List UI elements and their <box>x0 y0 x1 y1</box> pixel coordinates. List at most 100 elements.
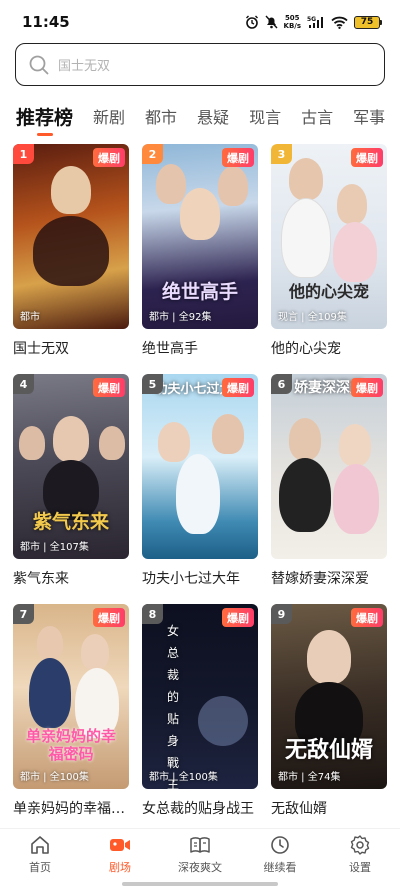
poster-title: 紫气东来 <box>32 511 109 533</box>
drama-poster[interactable]: 娇妻深深爱 6 爆剧 <box>271 374 387 559</box>
poster-figure <box>158 422 190 462</box>
poster-figure <box>289 158 323 200</box>
poster-figure <box>37 626 63 660</box>
tab-ancient-romance[interactable]: 古言 <box>301 104 333 128</box>
nav-night-reading[interactable]: 深夜爽文 <box>160 829 240 880</box>
search-icon <box>28 54 50 76</box>
nav-home[interactable]: 首页 <box>0 829 80 880</box>
tab-urban[interactable]: 都市 <box>145 104 177 128</box>
drama-title: 功夫小七过大年 <box>142 571 240 587</box>
drama-card[interactable]: 单亲妈妈的幸福密码 7 爆剧 都市 | 全100集 单亲妈妈的幸福密码 <box>13 604 129 817</box>
rank-badge: 4 <box>13 374 34 394</box>
drama-card[interactable]: 他的心尖宠 3 爆剧 现言 | 全109集 他的心尖宠 <box>271 144 387 357</box>
drama-title: 绝世高手 <box>142 341 198 357</box>
drama-meta: 都市 | 全100集 <box>20 772 89 783</box>
poster-title: 女总裁的贴身戰王 <box>166 624 179 789</box>
drama-poster[interactable]: 功夫小七过大年 5 爆剧 <box>142 374 258 559</box>
drama-meta: 现言 | 全109集 <box>278 312 347 323</box>
poster-figure <box>198 696 248 746</box>
poster-figure <box>333 464 379 534</box>
tab-mystery[interactable]: 悬疑 <box>197 104 229 128</box>
poster-title: 无敌仙婿 <box>284 738 373 763</box>
poster-figure <box>156 164 186 204</box>
tab-military[interactable]: 军事 <box>353 104 385 128</box>
nav-label: 深夜爽文 <box>178 861 222 874</box>
battery-indicator: 75 <box>354 15 382 29</box>
drama-title: 替嫁娇妻深深爱 <box>271 571 369 587</box>
poster-title: 绝世高手 <box>161 281 238 303</box>
search-bar[interactable]: 国士无双 <box>15 43 385 86</box>
drama-poster[interactable]: 绝世高手 2 爆剧 都市 | 全92集 <box>142 144 258 329</box>
drama-card[interactable]: 绝世高手 2 爆剧 都市 | 全92集 绝世高手 <box>142 144 258 357</box>
battery-tip <box>380 19 382 25</box>
rank-badge: 2 <box>142 144 163 164</box>
drama-title: 无敌仙婿 <box>271 801 327 817</box>
hot-badge: 爆剧 <box>222 148 254 167</box>
hot-badge: 爆剧 <box>93 378 125 397</box>
drama-meta: 都市 | 全100集 <box>149 772 218 783</box>
home-indicator[interactable] <box>122 882 278 886</box>
drama-grid: 1 爆剧 都市 国士无双 绝世高手 2 爆剧 都市 | 全92集 绝世高手 他的… <box>13 144 389 817</box>
search-placeholder: 国士无双 <box>58 59 111 74</box>
poster-figure <box>81 634 109 670</box>
poster-title: 他的心尖宠 <box>288 282 369 301</box>
wifi-icon <box>331 16 348 29</box>
poster-figure <box>339 424 371 466</box>
drama-title: 他的心尖宠 <box>271 341 341 357</box>
drama-card[interactable]: 女总裁的贴身戰王 8 爆剧 都市 | 全100集 女总裁的贴身战王 <box>142 604 258 817</box>
drama-meta: 都市 | 全107集 <box>20 542 89 553</box>
drama-poster[interactable]: 紫气东来 4 爆剧 都市 | 全107集 <box>13 374 129 559</box>
rank-badge: 9 <box>271 604 292 624</box>
nav-continue-watching[interactable]: 继续看 <box>240 829 320 880</box>
tab-modern-romance[interactable]: 现言 <box>249 104 281 128</box>
net-speed: 505 KB/s <box>284 14 301 30</box>
book-icon <box>190 837 210 853</box>
poster-figure <box>19 426 45 460</box>
drama-poster[interactable]: 1 爆剧 都市 <box>13 144 129 329</box>
drama-title: 紫气东来 <box>13 571 69 587</box>
poster-figure <box>53 416 89 462</box>
gear-icon <box>350 835 370 855</box>
rank-badge: 6 <box>271 374 292 394</box>
poster-figure <box>51 166 91 214</box>
cell-signal-icon: 5G <box>307 15 325 29</box>
rank-badge: 7 <box>13 604 34 624</box>
drama-meta: 都市 <box>20 312 40 323</box>
hot-badge: 爆剧 <box>351 608 383 627</box>
drama-card[interactable]: 无敌仙婿 9 爆剧 都市 | 全74集 无敌仙婿 <box>271 604 387 817</box>
hot-badge: 爆剧 <box>351 148 383 167</box>
clock-icon <box>271 836 289 854</box>
poster-figure <box>218 166 248 206</box>
poster-figure <box>176 454 220 534</box>
drama-poster[interactable]: 单亲妈妈的幸福密码 7 爆剧 都市 | 全100集 <box>13 604 129 789</box>
drama-card[interactable]: 1 爆剧 都市 国士无双 <box>13 144 129 357</box>
drama-title: 国士无双 <box>13 341 69 357</box>
drama-card[interactable]: 紫气东来 4 爆剧 都市 | 全107集 紫气东来 <box>13 374 129 587</box>
poster-figure <box>279 458 331 532</box>
rank-badge: 5 <box>142 374 163 394</box>
drama-poster[interactable]: 女总裁的贴身戰王 8 爆剧 都市 | 全100集 <box>142 604 258 789</box>
tab-recommend-ranking[interactable]: 推荐榜 <box>16 103 73 136</box>
nav-label: 设置 <box>349 861 371 874</box>
status-icons: 505 KB/s 5G 75 <box>245 14 382 30</box>
alarm-icon <box>245 15 259 29</box>
status-time: 11:45 <box>22 13 70 31</box>
tab-new[interactable]: 新剧 <box>93 104 125 128</box>
nav-theater[interactable]: 剧场 <box>80 829 160 880</box>
mute-bell-icon <box>264 15 278 29</box>
poster-figure <box>333 222 377 282</box>
battery-level: 75 <box>354 15 380 29</box>
poster-figure <box>212 414 244 454</box>
nav-settings[interactable]: 设置 <box>320 829 400 880</box>
signal-label: 5G <box>307 16 316 23</box>
poster-figure <box>307 630 351 684</box>
drama-poster[interactable]: 无敌仙婿 9 爆剧 都市 | 全74集 <box>271 604 387 789</box>
drama-card[interactable]: 功夫小七过大年 5 爆剧 功夫小七过大年 <box>142 374 258 587</box>
drama-poster[interactable]: 他的心尖宠 3 爆剧 现言 | 全109集 <box>271 144 387 329</box>
rank-badge: 1 <box>13 144 34 164</box>
drama-card[interactable]: 娇妻深深爱 6 爆剧 替嫁娇妻深深爱 <box>271 374 387 587</box>
drama-meta: 都市 | 全74集 <box>278 772 341 783</box>
poster-figure <box>337 184 367 224</box>
nav-label: 继续看 <box>263 861 297 874</box>
poster-figure <box>99 426 125 460</box>
